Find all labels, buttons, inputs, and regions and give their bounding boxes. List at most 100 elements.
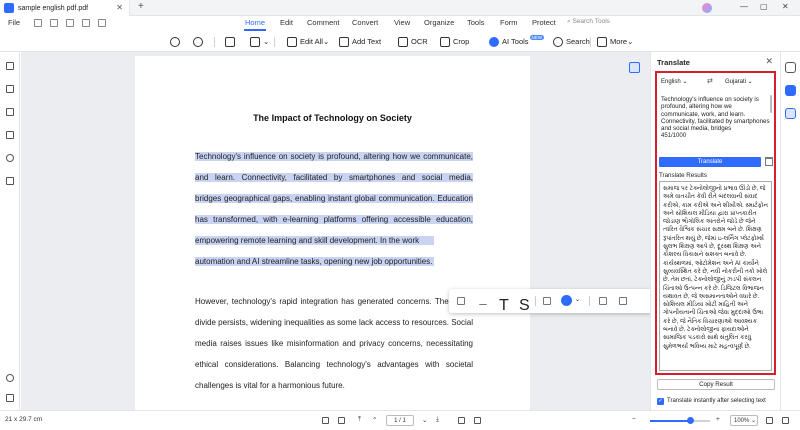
trash-icon[interactable] xyxy=(765,157,773,166)
search-panel-icon[interactable] xyxy=(6,154,14,162)
share-icon[interactable] xyxy=(66,19,74,27)
selected-text-line[interactable]: bridges geographical gaps, enabling inst… xyxy=(195,194,473,203)
ai-dropdown-icon[interactable]: ⌄ xyxy=(575,296,583,304)
first-page-button[interactable]: ⤒ xyxy=(358,416,361,424)
select-tool-icon[interactable] xyxy=(338,417,345,424)
highlight-button[interactable] xyxy=(225,35,238,48)
undo-icon[interactable] xyxy=(82,19,90,27)
edit-all-button[interactable]: Edit All ⌄ xyxy=(287,35,329,48)
menu-home[interactable]: Home xyxy=(245,18,265,27)
selected-text-line[interactable]: has transformed, with e-learning platfor… xyxy=(195,215,473,224)
selected-text-line[interactable]: and learn. Connectivity, facilitated by … xyxy=(195,173,473,182)
menu-organize[interactable]: Organize xyxy=(424,18,454,27)
zoom-in-status-button[interactable]: + xyxy=(716,416,720,423)
search-icon xyxy=(553,36,563,47)
search-tools-field[interactable]: ⌕ Search Tools xyxy=(567,18,610,26)
source-text-area[interactable]: Technology's influence on society is pro… xyxy=(659,94,772,154)
thumbnail-icon[interactable] xyxy=(6,62,14,70)
selected-text-line[interactable]: automation and AI streamline tasks, open… xyxy=(195,257,434,266)
fit-width-icon[interactable] xyxy=(474,417,481,424)
add-text-button[interactable]: Add Text xyxy=(339,35,381,48)
comment-icon[interactable] xyxy=(6,108,14,116)
selected-text-line[interactable]: empowering remote learning and skill dev… xyxy=(195,236,434,245)
toolbar-divider xyxy=(214,37,215,47)
copy-icon[interactable] xyxy=(619,297,627,305)
document-tab[interactable]: sample english pdf.pdf ✕ xyxy=(0,0,130,16)
highlight-icon[interactable] xyxy=(457,297,465,305)
copy-result-button[interactable]: Copy Result xyxy=(657,379,775,390)
strikethrough-icon[interactable]: S xyxy=(519,297,530,314)
zoom-out-button[interactable] xyxy=(170,35,183,48)
translate-icon[interactable] xyxy=(785,108,796,119)
ai-sidebar-icon[interactable] xyxy=(785,85,796,96)
zoom-out-status-button[interactable]: − xyxy=(632,416,636,423)
ai-assistant-icon[interactable] xyxy=(561,295,572,306)
zoom-level-field[interactable]: 100% ⌄ xyxy=(730,415,758,426)
fit-page-icon[interactable] xyxy=(766,417,773,424)
source-scrollbar[interactable] xyxy=(770,95,772,113)
fullscreen-icon[interactable] xyxy=(782,417,789,424)
redo-icon[interactable] xyxy=(98,19,106,27)
translate-button[interactable]: Translate xyxy=(659,157,761,167)
hand-tool-icon[interactable] xyxy=(322,417,329,424)
underline-icon[interactable] xyxy=(479,297,487,305)
crop-button[interactable]: Crop xyxy=(440,35,469,48)
add-note-icon[interactable] xyxy=(543,297,551,305)
menu-protect[interactable]: Protect xyxy=(532,18,556,27)
menu-view[interactable]: View xyxy=(394,18,410,27)
more-button[interactable]: More ⌄ xyxy=(597,35,633,48)
feedback-icon[interactable] xyxy=(6,394,14,402)
maximize-button[interactable]: ▢ xyxy=(760,2,768,11)
ai-tools-button[interactable]: AI Tools NEW xyxy=(489,35,545,48)
last-page-button[interactable]: ⤓ xyxy=(436,416,439,424)
selected-text-line[interactable]: Technology's influence on society is pro… xyxy=(195,152,473,161)
layers-icon[interactable] xyxy=(6,177,14,185)
menu-tools[interactable]: Tools xyxy=(467,18,485,27)
more-label: More xyxy=(610,37,628,46)
file-menu[interactable]: File xyxy=(8,18,20,27)
document-canvas[interactable]: The Impact of Technology on Society Tech… xyxy=(21,52,650,410)
crop-label: Crop xyxy=(453,37,470,46)
pdf-page[interactable]: The Impact of Technology on Society Tech… xyxy=(135,56,530,410)
zoom-in-button[interactable] xyxy=(193,35,206,48)
shape-button[interactable]: ⌄ xyxy=(250,35,269,48)
help-icon[interactable] xyxy=(6,374,14,382)
bookmark-icon[interactable] xyxy=(6,85,14,93)
print-icon[interactable] xyxy=(50,19,58,27)
edit-text-icon[interactable] xyxy=(599,297,607,305)
source-language-select[interactable]: English ⌄ xyxy=(659,77,704,88)
ocr-button[interactable]: OCR xyxy=(398,35,428,48)
close-window-button[interactable]: ✕ xyxy=(782,2,789,11)
new-tab-button[interactable]: + xyxy=(138,1,144,12)
translate-float-icon[interactable] xyxy=(629,62,640,73)
properties-icon[interactable] xyxy=(785,62,796,73)
translate-area-outline: English ⌄ ⇄ Gujarati ⌄ Technology's infl… xyxy=(655,71,776,375)
auto-translate-checkbox[interactable]: ✓ xyxy=(657,398,664,405)
menu-form[interactable]: Form xyxy=(500,18,518,27)
avatar[interactable] xyxy=(702,3,712,13)
text-icon[interactable]: T xyxy=(499,297,509,314)
auto-translate-label: Translate instantly after selecting text xyxy=(667,398,766,404)
attachment-icon[interactable] xyxy=(6,131,14,139)
menu-convert[interactable]: Convert xyxy=(352,18,378,27)
prev-page-button[interactable]: ⌃ xyxy=(372,416,377,424)
search-button[interactable]: Search xyxy=(553,35,590,48)
save-icon[interactable] xyxy=(34,19,42,27)
menu-comment[interactable]: Comment xyxy=(307,18,340,27)
swap-languages-icon[interactable]: ⇄ xyxy=(707,77,713,85)
menu-edit[interactable]: Edit xyxy=(280,18,293,27)
page-view-icon[interactable] xyxy=(458,417,465,424)
tab-close-icon[interactable]: ✕ xyxy=(116,3,123,12)
panel-close-icon[interactable]: ✕ xyxy=(765,56,773,67)
translate-panel: Translate ✕ English ⌄ ⇄ Gujarati ⌄ Techn… xyxy=(650,52,780,410)
next-page-button[interactable]: ⌄ xyxy=(422,416,427,424)
page-number-field[interactable]: 1 / 1 xyxy=(386,415,414,426)
zoom-slider[interactable] xyxy=(650,417,710,424)
target-language-select[interactable]: Gujarati ⌄ xyxy=(723,77,772,88)
zoom-slider-knob[interactable] xyxy=(686,417,694,424)
page-size: 21 x 29.7 cm xyxy=(5,416,43,423)
paragraph-line: However, technology's rapid integration … xyxy=(195,297,473,306)
minimize-button[interactable]: — xyxy=(740,2,748,11)
translation-result[interactable]: સમાજ પર ટેક્નોલોજીનો પ્રભાવ ઊંડો છે, જે … xyxy=(659,181,772,371)
zoom-out-icon xyxy=(170,36,180,47)
